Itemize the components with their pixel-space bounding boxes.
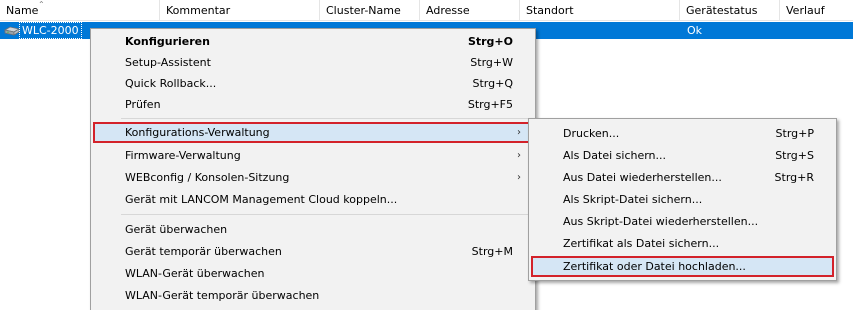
menu-item-label: Gerät überwachen	[125, 223, 228, 236]
menu-item-shortcut: Strg+R	[774, 171, 814, 184]
menu-item-label: Firmware-Verwaltung	[125, 149, 241, 162]
menu-item-shortcut: Strg+O	[467, 35, 513, 48]
column-adresse[interactable]: Adresse	[420, 0, 520, 20]
column-standort[interactable]: Standort	[520, 0, 680, 20]
menu-item-label: Als Datei sichern...	[563, 149, 667, 162]
menu-item-label: Quick Rollback...	[125, 77, 217, 90]
menu-item-label: Gerät mit LANCOM Management Cloud koppel…	[125, 193, 398, 206]
menu-item-quick-rollback[interactable]: Quick Rollback... Strg+Q	[93, 73, 533, 94]
column-verlauf[interactable]: Verlauf	[780, 0, 853, 20]
column-kommentar-label: Kommentar	[166, 4, 231, 17]
sort-indicator-icon: ⌃	[38, 0, 45, 9]
column-adresse-label: Adresse	[426, 4, 470, 17]
context-menu: Konfigurieren Strg+O Setup-Assistent Str…	[90, 28, 536, 310]
submenu-item-zertifikat-oder-datei-hochladen[interactable]: Zertifikat oder Datei hochladen...	[531, 256, 834, 277]
submenu-item-als-skript-datei-sichern[interactable]: Als Skript-Datei sichern...	[531, 189, 834, 210]
submenu-item-als-datei-sichern[interactable]: Als Datei sichern... Strg+S	[531, 145, 834, 166]
menu-item-konfigurations-verwaltung[interactable]: Konfigurations-Verwaltung ›	[93, 122, 533, 143]
column-verlauf-label: Verlauf	[786, 4, 825, 17]
menu-item-lancom-cloud-koppeln[interactable]: Gerät mit LANCOM Management Cloud koppel…	[93, 189, 533, 210]
device-list-window: Name ⌃ Kommentar Cluster-Name Adresse St…	[0, 0, 853, 310]
menu-item-label: Als Skript-Datei sichern...	[563, 193, 703, 206]
column-kommentar[interactable]: Kommentar	[160, 0, 320, 20]
menu-item-konfigurieren[interactable]: Konfigurieren Strg+O	[93, 31, 533, 52]
menu-item-label: Zertifikat oder Datei hochladen...	[563, 260, 746, 273]
menu-item-geraet-temporaer-ueberwachen[interactable]: Gerät temporär überwachen Strg+M	[93, 241, 533, 262]
menu-item-wlan-geraet-ueberwachen[interactable]: WLAN-Gerät überwachen	[93, 263, 533, 284]
menu-separator	[121, 214, 533, 215]
column-geraetestatus-label: Gerätestatus	[686, 4, 758, 17]
menu-item-geraet-ueberwachen[interactable]: Gerät überwachen	[93, 219, 533, 240]
menu-item-label: Zertifikat als Datei sichern...	[563, 237, 720, 250]
menu-item-shortcut: Strg+W	[470, 56, 513, 69]
column-name[interactable]: Name ⌃	[0, 0, 160, 20]
submenu-item-aus-skript-datei-wiederherstellen[interactable]: Aus Skript-Datei wiederherstellen...	[531, 211, 834, 232]
menu-item-label: WLAN-Gerät überwachen	[125, 267, 265, 280]
column-cluster-name-label: Cluster-Name	[326, 4, 401, 17]
menu-item-label: WLAN-Gerät temporär überwachen	[125, 289, 320, 302]
menu-item-label: Setup-Assistent	[125, 56, 211, 69]
menu-item-setup-assistent[interactable]: Setup-Assistent Strg+W	[93, 52, 533, 73]
submenu-arrow-icon: ›	[517, 172, 521, 183]
submenu-arrow-icon: ›	[517, 127, 521, 138]
submenu-arrow-icon: ›	[517, 150, 521, 161]
column-name-label: Name	[6, 4, 39, 17]
column-cluster-name[interactable]: Cluster-Name	[320, 0, 420, 20]
menu-item-shortcut: Strg+S	[775, 149, 814, 162]
menu-item-label: Aus Skript-Datei wiederherstellen...	[563, 215, 759, 228]
submenu-konfigurations-verwaltung: Drucken... Strg+P Als Datei sichern... S…	[528, 118, 837, 281]
submenu-item-aus-datei-wiederherstellen[interactable]: Aus Datei wiederherstellen... Strg+R	[531, 167, 834, 188]
menu-item-shortcut: Strg+Q	[472, 77, 513, 90]
menu-item-shortcut: Strg+P	[775, 127, 814, 140]
menu-item-pruefen[interactable]: Prüfen Strg+F5	[93, 94, 533, 115]
submenu-item-zertifikat-als-datei-sichern[interactable]: Zertifikat als Datei sichern...	[531, 233, 834, 254]
menu-item-label: Drucken...	[563, 127, 620, 140]
menu-item-shortcut: Strg+M	[471, 245, 513, 258]
device-name[interactable]: WLC-2000	[19, 22, 82, 39]
menu-item-label: Aus Datei wiederherstellen...	[563, 171, 722, 184]
column-standort-label: Standort	[526, 4, 574, 17]
menu-item-firmware-verwaltung[interactable]: Firmware-Verwaltung ›	[93, 145, 533, 166]
menu-item-webconfig-konsolen-sitzung[interactable]: WEBconfig / Konsolen-Sitzung ›	[93, 167, 533, 188]
menu-item-label: Gerät temporär überwachen	[125, 245, 282, 258]
router-device-icon	[4, 26, 20, 36]
menu-item-wlan-geraet-temporaer-ueberwachen[interactable]: WLAN-Gerät temporär überwachen	[93, 285, 533, 306]
column-header: Name ⌃ Kommentar Cluster-Name Adresse St…	[0, 0, 853, 21]
menu-separator	[121, 118, 533, 119]
submenu-item-drucken[interactable]: Drucken... Strg+P	[531, 123, 834, 144]
column-geraetestatus[interactable]: Gerätestatus	[680, 0, 780, 20]
menu-item-label: Konfigurieren	[125, 35, 210, 48]
device-status: Ok	[687, 24, 703, 37]
menu-item-label: WEBconfig / Konsolen-Sitzung	[125, 171, 290, 184]
menu-item-label: Konfigurations-Verwaltung	[125, 126, 270, 139]
menu-item-label: Prüfen	[125, 98, 161, 111]
menu-item-shortcut: Strg+F5	[467, 98, 513, 111]
